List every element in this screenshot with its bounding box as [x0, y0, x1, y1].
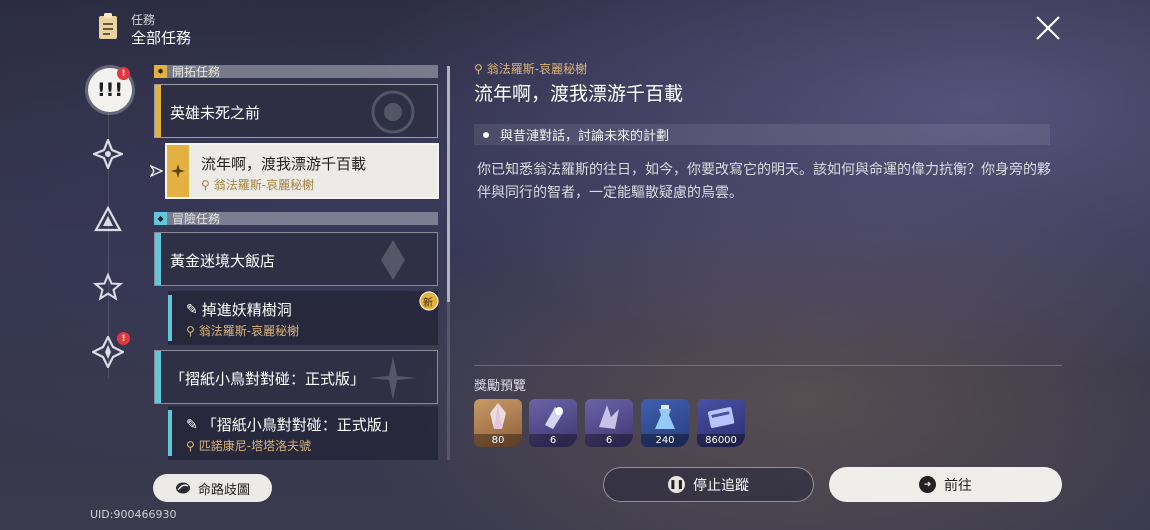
quest-title-row: ✎ 掉進妖精樹洞	[186, 299, 292, 320]
quest-location: ⚲ 翁法羅斯-哀麗秘榭	[201, 176, 314, 193]
quest-color-bar	[168, 295, 172, 341]
quest-card-adventure-2[interactable]: 「摺紙小鳥對對碰：正式版」	[154, 350, 438, 404]
purple-material-icon	[545, 407, 563, 429]
new-badge-text: 新	[423, 298, 433, 309]
arrow-right-icon: ➜	[919, 476, 936, 493]
selected-pointer-icon	[150, 164, 164, 178]
quest-title: 掉進妖精樹洞	[201, 301, 292, 319]
star-outline-icon	[93, 272, 123, 301]
section-label: 開拓任務	[172, 65, 221, 79]
quest-list-scrollbar[interactable]	[447, 66, 450, 302]
stop-tracking-label: 停止追蹤	[693, 477, 749, 494]
quest-location: ⚲ 翁法羅斯-哀麗秘榭	[186, 322, 299, 339]
reward-count: 80	[474, 434, 522, 447]
go-label: 前往	[944, 477, 972, 494]
reward-item-crystal[interactable]: 80	[474, 399, 522, 447]
quest-title: 「摺紙小鳥對對碰：正式版」	[170, 370, 366, 388]
credit-icon	[707, 407, 735, 428]
reward-item-exp[interactable]: 240	[641, 399, 689, 447]
reward-item-material-2[interactable]: 6	[585, 399, 633, 447]
notification-badge: !	[117, 332, 130, 345]
route-map-button[interactable]: 命路歧圖	[153, 474, 272, 502]
quest-color-bar	[155, 85, 161, 137]
detail-quest-title: 流年啊，渡我漂游千百載	[474, 83, 684, 105]
quest-color-bar	[155, 351, 161, 403]
new-badge: 新	[418, 289, 442, 311]
detail-location-text: 翁法羅斯-哀麗秘榭	[486, 62, 588, 76]
quest-color-bar	[167, 145, 189, 197]
sun-icon: ✸	[154, 65, 167, 78]
quest-card-adventure-sub-1[interactable]: ✎ 掉進妖精樹洞 ⚲ 翁法羅斯-哀麗秘榭	[168, 291, 438, 345]
triangle-emblem-icon	[94, 205, 122, 232]
reward-item-credits[interactable]: 86000	[697, 399, 745, 447]
quest-emblem-icon	[371, 90, 415, 134]
header-subtitle: 任務	[131, 13, 156, 27]
pen-icon: ✎	[186, 416, 198, 433]
reward-count: 6	[585, 434, 633, 447]
quest-description: 你已知悉翁法羅斯的往日，如今，你要改寫它的明天。該如何與命運的偉力抗衡？你身旁的…	[477, 162, 1051, 201]
objective-bullet-icon	[483, 131, 489, 138]
quest-location: ⚲ 匹諾康尼-塔塔洛夫號	[186, 437, 311, 454]
page-title: 全部任務	[131, 29, 192, 47]
detail-location: ⚲ 翁法羅斯-哀麗秘榭	[474, 60, 587, 77]
reward-item-material-1[interactable]: 6	[529, 399, 577, 447]
pause-icon: ❚❚	[668, 476, 685, 493]
reward-count: 6	[529, 434, 577, 447]
purple-shard-icon	[599, 405, 619, 429]
rail-tab-companion[interactable]	[90, 202, 126, 238]
quest-emblem-icon	[369, 356, 417, 400]
quest-title: 英雄未死之前	[170, 104, 261, 122]
close-button[interactable]	[1034, 14, 1062, 42]
quest-color-bar	[155, 233, 161, 285]
quest-card-adventure-1[interactable]: 黃金迷境大飯店	[154, 232, 438, 286]
sun-icon	[171, 164, 185, 178]
rail-tab-adventure[interactable]	[90, 269, 126, 305]
quest-card-adventure-sub-2[interactable]: ✎ 「摺紙小鳥對對碰：正式版」 ⚲ 匹諾康尼-塔塔洛夫號	[168, 406, 438, 460]
quest-title: 黃金迷境大飯店	[170, 252, 276, 270]
exclamation-icon: !!!	[97, 79, 123, 101]
quest-location-text: 翁法羅斯-哀麗秘榭	[213, 178, 315, 192]
location-pin-icon: ⚲	[474, 61, 483, 76]
section-label: 冒險任務	[172, 212, 221, 226]
rail-tab-trailblaze[interactable]	[90, 136, 126, 172]
objective-text: 與昔漣對話，討論未來的計劃	[500, 129, 670, 144]
crystal-icon	[490, 403, 506, 429]
location-pin-icon: ⚲	[186, 438, 195, 453]
quest-title: 流年啊，渡我漂游千百載	[201, 155, 367, 173]
pen-icon: ✎	[186, 301, 198, 318]
blue-potion-icon	[655, 405, 675, 429]
rewards-label: 獎勵預覽	[474, 379, 527, 394]
quest-emblem-icon	[381, 240, 405, 280]
quest-card-selected[interactable]: 流年啊，渡我漂游千百載 ⚲ 翁法羅斯-哀麗秘榭	[165, 143, 439, 199]
section-header-adventure: ◆ 冒險任務	[154, 212, 438, 226]
clipboard-icon	[99, 13, 117, 39]
quest-card-trailblaze[interactable]: 英雄未死之前	[154, 84, 438, 138]
quest-title: 「摺紙小鳥對對碰：正式版」	[201, 416, 397, 434]
location-pin-icon: ⚲	[201, 177, 210, 192]
quest-location-text: 翁法羅斯-哀麗秘榭	[198, 324, 300, 338]
reward-count: 240	[641, 434, 689, 447]
reward-count: 86000	[697, 434, 745, 447]
location-pin-icon: ⚲	[186, 323, 195, 338]
quest-location-text: 匹諾康尼-塔塔洛夫號	[198, 439, 312, 453]
section-header-trailblaze: ✸ 開拓任務	[154, 65, 438, 79]
quest-title-row: ✎ 「摺紙小鳥對對碰：正式版」	[186, 414, 397, 435]
route-map-label: 命路歧圖	[197, 482, 250, 498]
objective-row: 與昔漣對話，討論未來的計劃	[474, 124, 1050, 145]
notification-badge: !	[117, 67, 130, 80]
user-id: UID:900466930	[90, 508, 177, 521]
trailblaze-star-icon	[93, 139, 123, 169]
route-map-icon	[175, 482, 190, 494]
go-button[interactable]: ➜ 前往	[829, 467, 1062, 502]
quest-color-bar	[168, 410, 172, 456]
diamond-icon: ◆	[154, 212, 167, 225]
stop-tracking-button[interactable]: ❚❚ 停止追蹤	[603, 467, 814, 502]
divider	[474, 365, 1062, 366]
